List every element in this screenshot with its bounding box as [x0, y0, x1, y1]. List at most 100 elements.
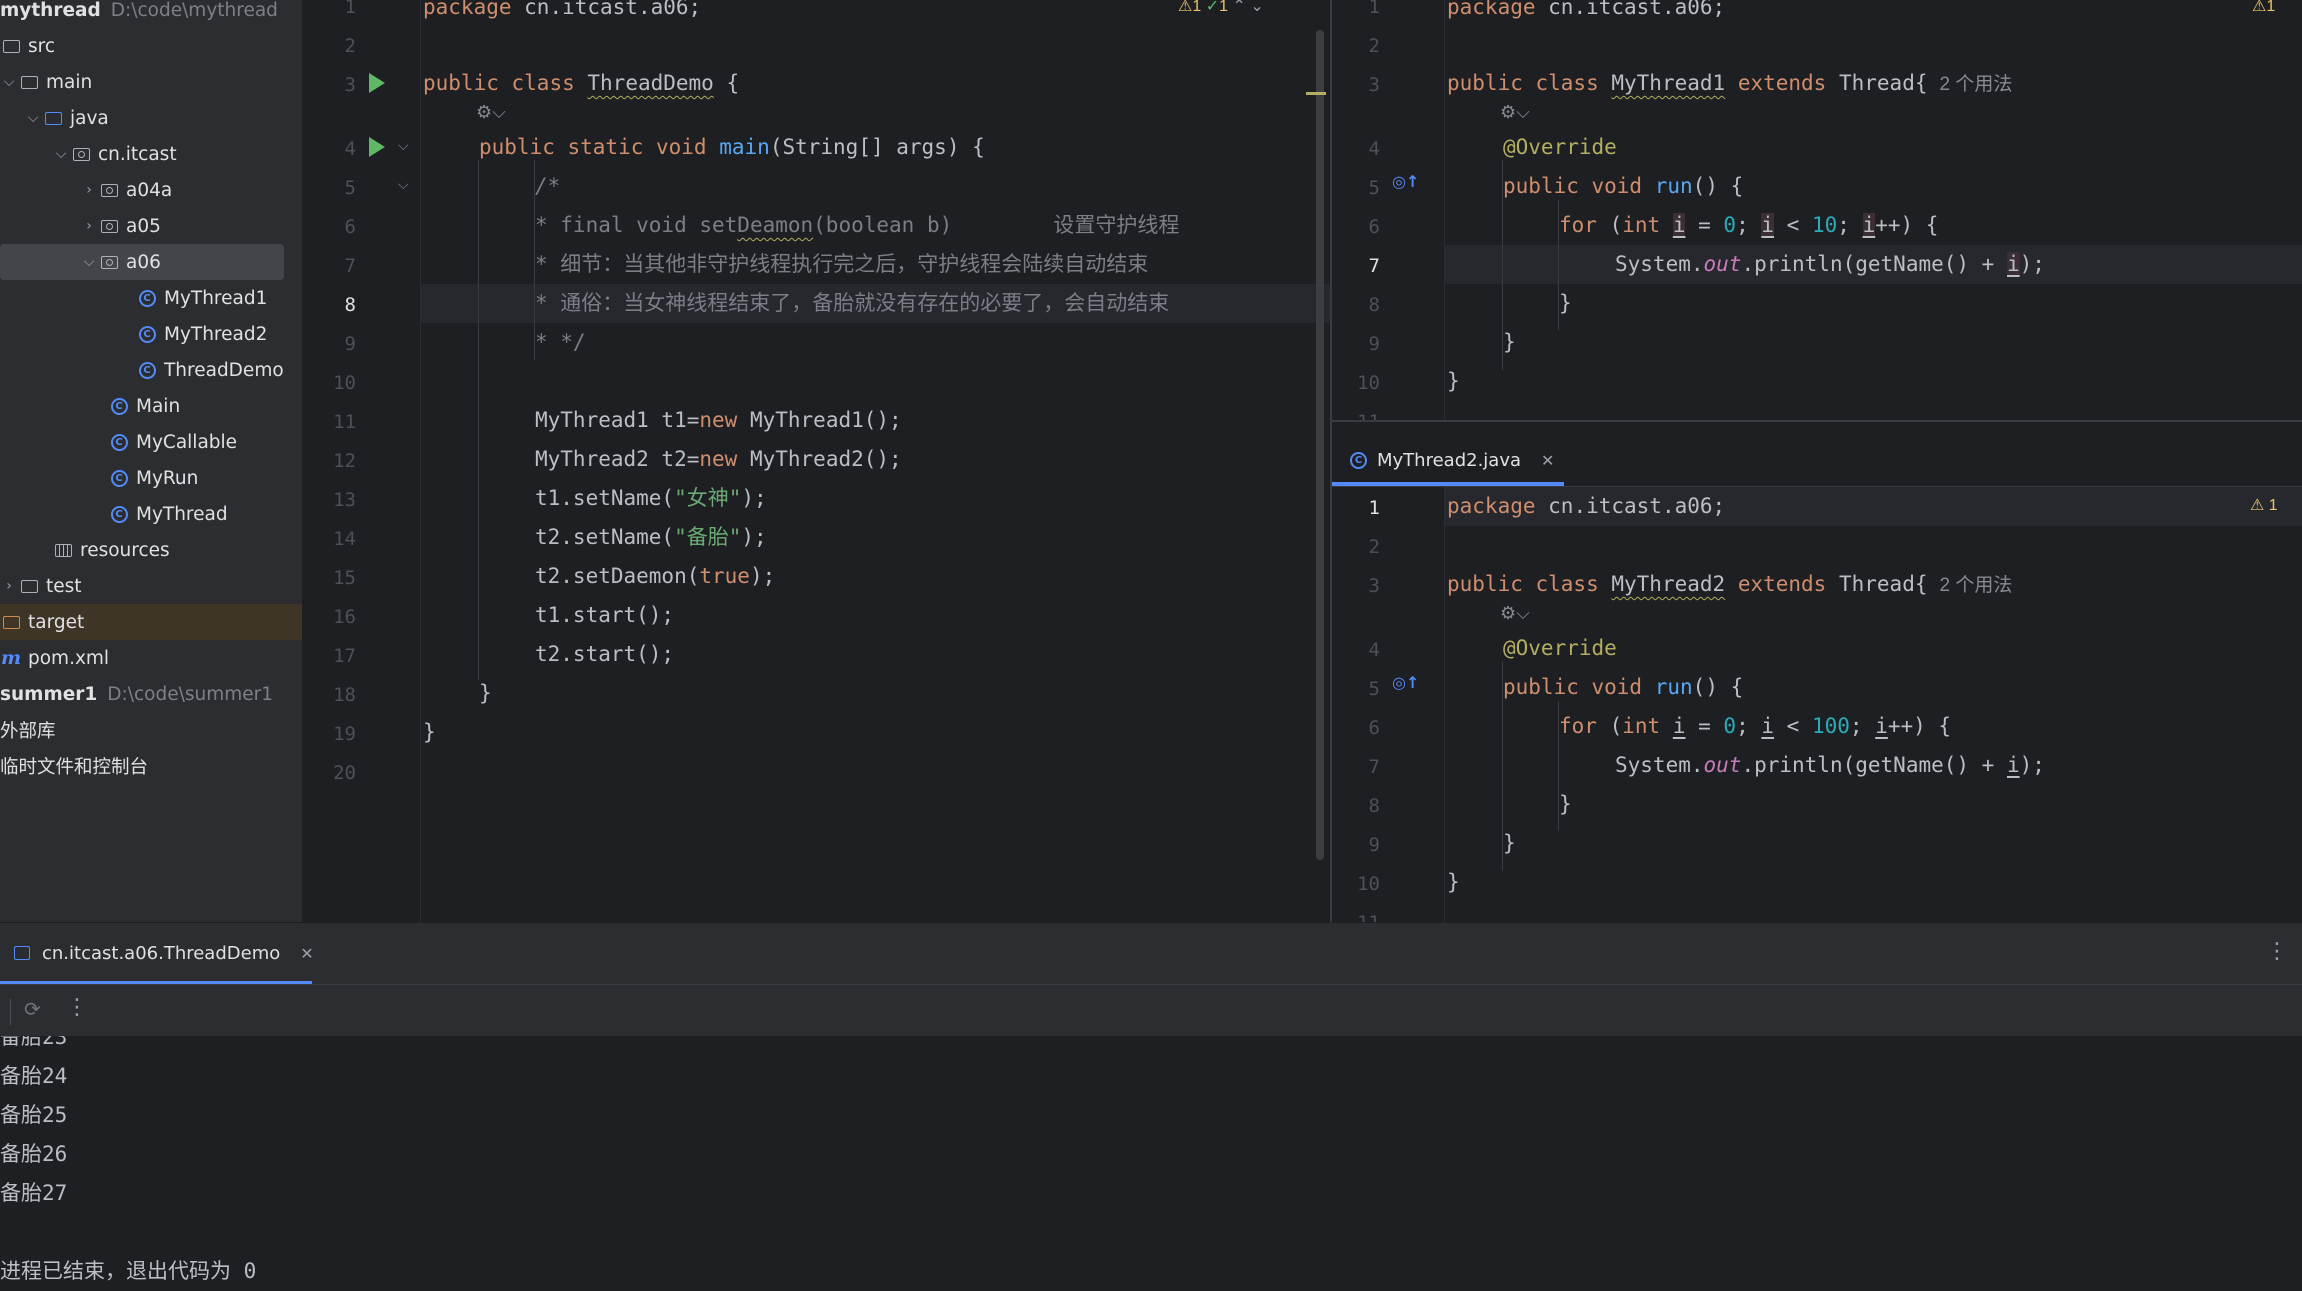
line-number: 5	[1368, 177, 1380, 199]
run-tab-threaddemo[interactable]: cn.itcast.a06.ThreadDemo ✕	[14, 929, 314, 977]
run-main-icon[interactable]	[369, 137, 385, 157]
tree-label: mythread	[0, 0, 101, 21]
usages-hint[interactable]: 2 个用法	[1940, 74, 2013, 95]
tree-item-mythread1[interactable]: C MyThread1	[0, 280, 302, 316]
code-line-11: MyThread1 t1=new MyThread1();	[535, 401, 902, 440]
folder-icon	[0, 35, 22, 57]
token: 0	[1723, 213, 1737, 237]
token: i	[1672, 714, 1686, 738]
ai-assistant-icon[interactable]: ⚙⌵	[1500, 102, 1530, 123]
horizontal-splitter[interactable]	[1332, 420, 2302, 422]
token: );	[749, 564, 776, 588]
tree-item-scratches[interactable]: 临时文件和控制台	[0, 748, 302, 784]
tree-label: test	[46, 575, 82, 597]
chevron-right-icon[interactable]: ›	[0, 578, 18, 594]
more-options-icon[interactable]: ⋮	[2266, 939, 2288, 964]
tree-item-external-libraries[interactable]: 外部库	[0, 712, 302, 748]
editor-mythread1[interactable]: 1 2 3 4 5 6 7 8 9 10 11 ◎↑ package cn.it…	[1332, 0, 2302, 420]
chevron-right-icon[interactable]: ›	[80, 218, 98, 234]
folder-icon	[18, 575, 40, 597]
line-number: 4	[1368, 138, 1380, 160]
tree-item-resources[interactable]: resources	[0, 532, 302, 568]
chevron-down-icon[interactable]: ⌵	[24, 110, 42, 126]
token: i	[1672, 213, 1686, 237]
fold-icon[interactable]: ⌵	[398, 138, 409, 154]
close-icon[interactable]: ✕	[1541, 451, 1554, 470]
editor-threaddemo[interactable]: 1 2 3 4 5 6 7 8 9 10 11 12 13 14 15 16 1…	[302, 0, 1330, 922]
tab-mythread2[interactable]: C MyThread2.java ✕	[1350, 436, 1554, 484]
tree-item-target[interactable]: target	[0, 604, 302, 640]
tree-item-cn-itcast[interactable]: ⌵ cn.itcast	[0, 136, 302, 172]
tree-item-a05[interactable]: › a05	[0, 208, 302, 244]
tree-label: MyCallable	[136, 431, 238, 453]
override-icon[interactable]: ◎↑	[1392, 172, 1419, 191]
token: () {	[1692, 675, 1744, 699]
active-tab-indicator	[1332, 482, 1564, 486]
token: true	[699, 564, 750, 588]
tree-item-src[interactable]: src	[0, 28, 302, 64]
class-icon: C	[136, 287, 158, 309]
tree-item-a04a[interactable]: › a04a	[0, 172, 302, 208]
tree-item-a06[interactable]: ⌵ a06	[0, 244, 284, 280]
code-line-5: /*	[535, 174, 561, 198]
token: MyThread1	[1611, 71, 1726, 95]
line-number: 10	[1357, 372, 1380, 394]
token: public static void	[479, 135, 707, 159]
token: package	[423, 0, 512, 19]
line-number: 10	[333, 372, 356, 394]
tree-item-java[interactable]: ⌵ java	[0, 100, 302, 136]
chevron-down-icon[interactable]: ⌵	[52, 146, 70, 162]
fold-icon[interactable]: ⌵	[398, 177, 409, 193]
token: i	[1761, 213, 1775, 237]
ai-assistant-icon[interactable]: ⚙⌵	[476, 102, 506, 123]
tab-label: cn.itcast.a06.ThreadDemo	[42, 942, 281, 964]
token: =	[1685, 213, 1724, 237]
tree-item-main-class[interactable]: C Main	[0, 388, 302, 424]
usages-hint[interactable]: 2 个用法	[1940, 575, 2013, 596]
close-icon[interactable]: ✕	[300, 944, 313, 963]
chevron-down-icon[interactable]: ⌵	[80, 254, 98, 270]
tree-item-summer1[interactable]: summer1 D:\code\summer1	[0, 676, 302, 712]
code-line-8: * 通俗：当女神线程结束了，备胎就没有存在的必要了，会自动结束	[535, 291, 1170, 315]
code-line-3: public class ThreadDemo {	[423, 64, 739, 103]
tree-item-mycallable[interactable]: C MyCallable	[0, 424, 302, 460]
inspection-badge[interactable]: ⚠1	[2252, 0, 2275, 16]
tree-label: java	[70, 107, 109, 129]
token: i	[1761, 714, 1775, 738]
override-icon[interactable]: ◎↑	[1392, 673, 1419, 692]
token: public void	[1503, 675, 1643, 699]
tree-item-mythread[interactable]: C MyThread	[0, 496, 302, 532]
line-number: 6	[1368, 717, 1380, 739]
code-line-9: }	[1503, 330, 1516, 354]
console-output[interactable]: 备胎23 备胎24 备胎25 备胎26 备胎27 进程已结束，退出代码为 0	[0, 1036, 2302, 1291]
chevron-right-icon[interactable]: ›	[80, 182, 98, 198]
line-number: 14	[333, 528, 356, 550]
scrollbar[interactable]	[1316, 30, 1324, 860]
token: Thread{	[1826, 572, 1928, 596]
rerun-icon[interactable]: ⟳	[24, 997, 41, 1021]
tree-item-pom[interactable]: m pom.xml	[0, 640, 302, 676]
line-number: 5	[1368, 678, 1380, 700]
tree-item-test[interactable]: › test	[0, 568, 302, 604]
tree-item-mythread[interactable]: mythread D:\code\mythread	[0, 0, 302, 28]
token: cn.itcast.a06;	[1535, 494, 1726, 518]
line-number: 20	[333, 762, 356, 784]
tree-item-main[interactable]: ⌵ main	[0, 64, 302, 100]
chevron-down-icon[interactable]: ⌵	[0, 74, 18, 90]
inspection-badge[interactable]: ⚠ 1	[2250, 495, 2278, 515]
tree-item-threaddemo[interactable]: C ThreadDemo	[0, 352, 302, 388]
code-line-8: }	[1559, 291, 1572, 315]
run-class-icon[interactable]	[369, 73, 385, 93]
scroll-marker	[1306, 92, 1326, 95]
line-number: 19	[333, 723, 356, 745]
code-line-4: @Override	[1503, 636, 1617, 660]
code-line-5: public void run() {	[1503, 668, 1743, 707]
more-options-icon[interactable]: ⋮	[66, 995, 88, 1020]
tree-item-myrun[interactable]: C MyRun	[0, 460, 302, 496]
ai-assistant-icon[interactable]: ⚙⌵	[1500, 603, 1530, 624]
inspection-badge[interactable]: ⚠1 ✓1 ⌃ ⌄	[1178, 0, 1264, 16]
code-line-3: public class MyThread2 extends Thread{2 …	[1447, 565, 2012, 604]
tree-item-mythread2[interactable]: C MyThread2	[0, 316, 302, 352]
editor-mythread2[interactable]: 1 2 3 4 5 6 7 8 9 10 11 ◎↑ package cn.it…	[1332, 487, 2302, 922]
token: package	[1447, 494, 1536, 518]
